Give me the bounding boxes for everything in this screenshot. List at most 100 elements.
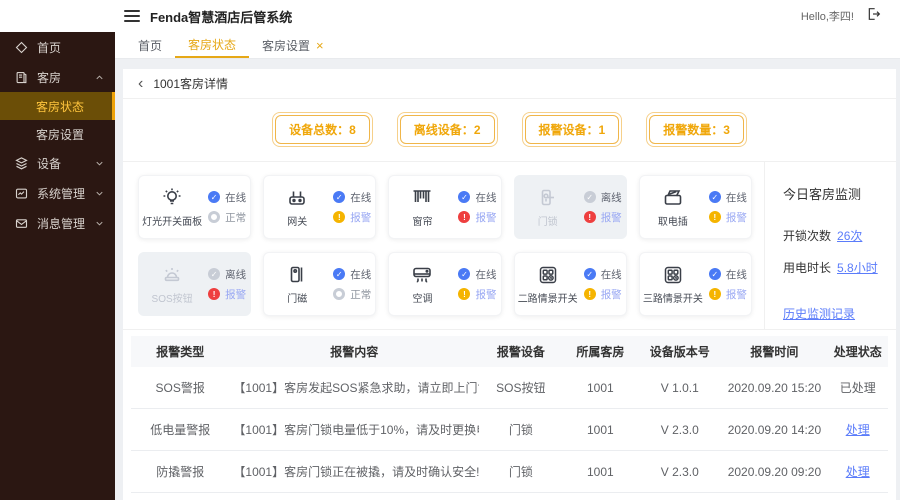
- tab-room-status[interactable]: 客房状态: [175, 32, 250, 58]
- stats-row: 设备总数：8 离线设备：2 报警设备：1 报警数量：3: [123, 99, 896, 161]
- device-status: 报警: [458, 287, 496, 302]
- device-card-air-conditioner[interactable]: 空调 在线 报警: [388, 252, 502, 316]
- table-row: 低电量警报 【1001】客房门锁电量低于10%，请及时更换电池! 门锁 1001 V…: [131, 408, 888, 451]
- handle-link[interactable]: 处理: [827, 450, 888, 493]
- status-offline-icon: [208, 268, 221, 280]
- unlock-count-metric: 开锁次数 26次: [783, 229, 863, 243]
- device-status: 在线: [708, 190, 747, 205]
- sidebar-item-room-settings[interactable]: 客房设置: [0, 120, 115, 148]
- sidebar-item-devices[interactable]: 设备: [0, 148, 115, 178]
- stat-alarm-count: 报警数量：3: [646, 112, 747, 147]
- sos-siren-icon: [164, 268, 180, 282]
- back-icon[interactable]: ‹: [138, 75, 143, 92]
- device-status: 在线: [333, 267, 371, 282]
- device-name: 门锁: [537, 217, 558, 228]
- sidebar: 首页 客房 客房状态 客房设置 设备 系统管理 消息管理: [0, 32, 115, 500]
- light-bulb-icon: [163, 188, 181, 205]
- device-card-scene-switch-2[interactable]: 二路情景开关 在线 报警: [513, 252, 627, 316]
- device-status: 正常: [208, 210, 246, 225]
- status-online-icon: [333, 191, 346, 203]
- power-usage-link[interactable]: 5.8小时: [837, 261, 878, 275]
- device-status: 报警: [208, 287, 246, 302]
- device-card-scene-switch-3[interactable]: 三路情景开关 在线 报警: [638, 252, 752, 316]
- gateway-icon: [289, 191, 306, 205]
- device-card-power-socket[interactable]: 取电插 在线 报警: [638, 175, 752, 239]
- logout-icon[interactable]: [866, 6, 882, 27]
- device-status: 在线: [583, 267, 622, 282]
- table-header-row: 报警类型 报警内容 报警设备 所属客房 设备版本号 报警时间 处理状态: [131, 336, 888, 367]
- page-title: 1001客房详情: [153, 77, 229, 91]
- device-card-gateway[interactable]: 网关 在线 报警: [263, 175, 377, 239]
- monitor-title: 今日客房监测: [783, 187, 862, 202]
- room-icon: [16, 71, 27, 83]
- device-card-door-sensor[interactable]: 门磁 在线 正常: [263, 252, 377, 316]
- device-name: 门磁: [287, 294, 308, 305]
- status-offline-icon: [583, 191, 596, 203]
- tab-bar: 首页 客房状态 客房设置 ×: [115, 32, 900, 59]
- status-online-icon: [333, 268, 346, 280]
- unlock-count-link[interactable]: 26次: [837, 229, 862, 243]
- status-normal-icon: [208, 211, 221, 223]
- device-card-light-panel[interactable]: 灯光开关面板 在线 正常: [138, 175, 252, 239]
- close-icon[interactable]: ×: [316, 38, 324, 53]
- sidebar-item-system[interactable]: 系统管理: [0, 178, 115, 208]
- device-status: 报警: [708, 210, 747, 225]
- device-name: 三路情景开关: [642, 294, 703, 305]
- chevron-down-icon: [96, 191, 103, 196]
- main-content: ‹ 1001客房详情 设备总数：8 离线设备：2 报警设备：1 报警数量：3 灯…: [115, 59, 900, 500]
- top-header: Fenda智慧酒店后管系统 Hello,李四!: [0, 0, 900, 32]
- chevron-down-icon: [96, 161, 103, 166]
- status-online-icon: [583, 268, 596, 280]
- stat-alarm-devices: 报警设备：1: [521, 112, 623, 147]
- chevron-down-icon: [96, 221, 103, 226]
- status-alarm-icon: [583, 211, 596, 223]
- scene-switch-icon: [664, 266, 682, 284]
- breadcrumb: ‹ 1001客房详情: [123, 69, 896, 99]
- sidebar-item-messages[interactable]: 消息管理: [0, 208, 115, 238]
- status-online-icon: [458, 268, 471, 280]
- status-online-icon: [208, 191, 221, 203]
- hamburger-menu-icon[interactable]: [124, 7, 140, 25]
- sidebar-item-room-status[interactable]: 客房状态: [0, 92, 115, 120]
- device-name: 取电插: [657, 217, 688, 228]
- device-status: 报警: [708, 287, 747, 302]
- status-alarm-icon: [708, 211, 721, 223]
- stat-offline-devices: 离线设备：2: [396, 112, 498, 147]
- history-monitor-link[interactable]: 历史监测记录: [783, 305, 855, 322]
- device-card-curtain[interactable]: 窗帘 在线 报警: [388, 175, 502, 239]
- device-status: 在线: [708, 267, 747, 282]
- device-status: 在线: [458, 190, 496, 205]
- table-row: 防撬警报 【1001】客房门锁正在被撬，请及时确认安全! 门锁 1001 V 2.3…: [131, 450, 888, 493]
- device-card-door-lock[interactable]: 门锁 离线 报警: [513, 175, 627, 239]
- device-name: 空调: [412, 294, 433, 305]
- stat-total-devices: 设备总数：8: [272, 112, 373, 147]
- sidebar-item-rooms[interactable]: 客房: [0, 62, 115, 92]
- status-alarm-icon: [208, 288, 221, 300]
- daily-monitor-panel: 今日客房监测 开锁次数 26次 用电时长 5.8小时 历史监测记录: [764, 162, 896, 329]
- curtain-icon: [413, 190, 431, 202]
- device-status: 报警: [333, 210, 371, 225]
- device-name: 窗帘: [412, 217, 433, 228]
- device-name: 网关: [287, 217, 308, 228]
- door-sensor-icon: [290, 266, 303, 283]
- handle-status: 已处理: [827, 367, 888, 409]
- device-name: SOS按钮: [151, 294, 193, 305]
- alarm-table: 报警类型 报警内容 报警设备 所属客房 设备版本号 报警时间 处理状态 SOS警报 【1…: [131, 336, 888, 493]
- status-online-icon: [708, 191, 721, 203]
- chart-icon: [15, 188, 28, 198]
- sidebar-item-home[interactable]: 首页: [0, 32, 115, 62]
- device-status: 报警: [583, 210, 622, 225]
- handle-link[interactable]: 处理: [827, 408, 888, 451]
- room-detail-panel: ‹ 1001客房详情 设备总数：8 离线设备：2 报警设备：1 报警数量：3 灯…: [123, 69, 896, 500]
- device-status: 正常: [333, 287, 371, 302]
- power-card-socket-icon: [664, 190, 682, 205]
- tab-home[interactable]: 首页: [125, 32, 175, 58]
- device-name: 二路情景开关: [517, 294, 578, 305]
- device-card-sos-button[interactable]: SOS按钮 离线 报警: [138, 252, 252, 316]
- tab-room-settings[interactable]: 客房设置 ×: [249, 32, 337, 58]
- device-status: 在线: [333, 190, 371, 205]
- chevron-up-icon: [96, 74, 103, 79]
- device-grid: 灯光开关面板 在线 正常 网关 在线 报警: [123, 162, 764, 329]
- device-status: 报警: [583, 287, 622, 302]
- status-alarm-icon: [583, 288, 596, 300]
